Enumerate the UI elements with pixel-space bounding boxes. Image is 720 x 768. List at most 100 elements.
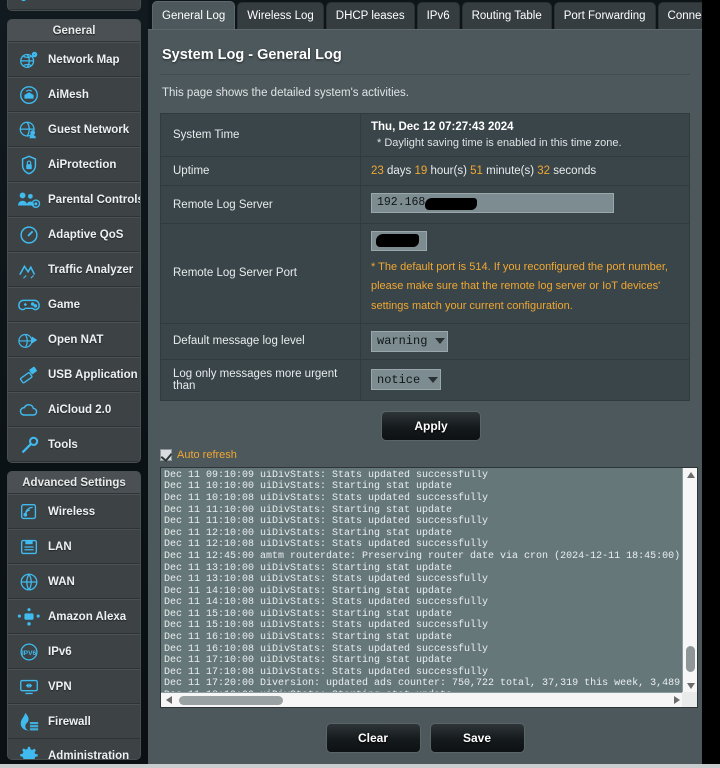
sidebar-item-label: AiCloud 2.0 [48,403,112,416]
sidebar-item-tools[interactable]: Tools [8,427,140,462]
sidebar-header-general: General [8,20,140,42]
sidebar-item-label: Game [48,298,80,311]
horizontal-scrollbar-thumb[interactable] [179,695,283,705]
guest-network-icon [16,117,42,143]
sidebar-item-label: Network Map [48,53,120,66]
uptime-minutes: 51 [470,165,483,177]
firewall-flame-icon [16,709,42,735]
sidebar-item-aicloud[interactable]: AiCloud 2.0 [8,392,140,427]
sidebar-block-general: General Network Map AiMesh Guest Network… [7,19,141,463]
sidebar-item-ipv6[interactable]: IPV6 IPv6 [8,634,140,669]
sidebar-item-label: Wireless [48,505,96,518]
sidebar-item-vpn[interactable]: VPN [8,669,140,704]
uptime-days: 23 [371,165,384,177]
parental-controls-icon [16,187,42,213]
router-admin-window: Setup General Network Map [0,0,720,768]
save-button[interactable]: Save [429,722,525,753]
page-description: This page shows the detailed system's ac… [162,87,410,99]
sidebar-item-firewall[interactable]: Firewall [8,704,140,739]
sidebar-item-administration[interactable]: Administration [8,739,140,759]
tab-routing-table[interactable]: Routing Table [461,2,552,30]
tab-wireless-log[interactable]: Wireless Log [237,2,324,30]
table-row-system-time: System Time Thu, Dec 12 07:27:43 2024 * … [160,113,690,157]
usb-application-icon [16,362,42,388]
uptime-minutes-unit: minute(s) [486,165,535,177]
default-log-level-select[interactable]: warning [371,330,449,352]
sidebar-item-wireless[interactable]: Wireless [8,494,140,529]
sidebar-item-label: USB Application [48,368,138,381]
label-uptime: Uptime [160,156,361,186]
auto-refresh-toggle[interactable]: Auto refresh [160,448,702,461]
sidebar-item-aimesh[interactable]: AiMesh [8,77,140,112]
sidebar-item-aiprotection[interactable]: AiProtection [8,147,140,182]
system-time-value: Thu, Dec 12 07:27:43 2024 [371,121,514,133]
amazon-alexa-icon [16,604,42,630]
clear-button[interactable]: Clear [325,722,421,753]
sidebar-header-advanced: Advanced Settings [8,472,140,494]
log-urgency-select[interactable]: notice [371,369,442,391]
sidebar-item-setup[interactable]: Setup [8,0,140,10]
chevron-down-icon [435,338,446,345]
value-remote-log-server: 192.168. [361,186,690,224]
action-button-row: Clear Save [148,722,702,753]
label-system-time: System Time [160,113,361,157]
sidebar-item-lan[interactable]: LAN [8,529,140,564]
log-output-container: Dec 11 09:10:09 uiDivStats: Stats update… [160,466,698,708]
value-remote-log-server-port: * The default port is 514. If you reconf… [361,224,690,324]
open-nat-icon [16,327,42,353]
value-log-urgency: notice [361,359,690,400]
sidebar-item-label: AiMesh [48,88,89,101]
tab-dhcp-leases[interactable]: DHCP leases [325,2,415,30]
right-edge-filler [702,0,720,768]
log-vertical-scrollbar[interactable] [682,467,697,694]
sidebar-block-setup: Setup [7,0,141,11]
vpn-monitor-icon [16,674,42,700]
sidebar-item-label: Guest Network [48,123,130,136]
uptime-hours: 19 [414,165,428,177]
tab-ipv6[interactable]: IPv6 [416,2,460,30]
bottom-scrollbar-strip [0,764,720,768]
sidebar-item-open-nat[interactable]: Open NAT [8,322,140,357]
label-default-log-level: Default message log level [160,323,361,360]
tab-bar: General Log Wireless Log DHCP leases IPv… [148,0,720,30]
sidebar-item-game[interactable]: Game [8,287,140,322]
resize-corner-handle[interactable] [682,691,697,707]
sidebar-item-label: Parental Controls [48,193,141,206]
shield-lock-icon [16,152,42,178]
sidebar-item-network-map[interactable]: Network Map [8,42,140,77]
scroll-left-arrow-icon[interactable] [161,693,176,707]
tab-general-log[interactable]: General Log [152,1,236,30]
table-row-default-log-level: Default message log level warning [160,323,690,360]
traffic-analyzer-icon [16,257,42,283]
auto-refresh-checkbox[interactable] [160,448,172,461]
sidebar-item-amazon-alexa[interactable]: Amazon Alexa [8,599,140,634]
sidebar-block-advanced: Advanced Settings Wireless LAN WAN Amazo… [7,471,141,760]
aimesh-icon [16,82,42,108]
scroll-up-arrow-icon[interactable] [683,468,697,483]
uptime-hours-unit: hour(s) [430,165,467,177]
value-uptime: 23 days 19 hour(s) 51 minute(s) 32 secon… [361,157,690,186]
log-output-text[interactable]: Dec 11 09:10:09 uiDivStats: Stats update… [164,470,682,694]
sidebar-item-usb-application[interactable]: USB Application [8,357,140,392]
sidebar-item-parental-controls[interactable]: Parental Controls [8,182,140,217]
svg-text:IPV6: IPV6 [22,649,37,656]
chevron-down-icon [428,376,439,383]
tab-port-forwarding[interactable]: Port Forwarding [553,2,656,30]
vertical-scrollbar-thumb[interactable] [686,645,695,672]
sidebar-item-label: Firewall [48,715,91,728]
apply-button[interactable]: Apply [381,410,481,441]
sidebar-item-wan[interactable]: WAN [8,564,140,599]
table-row-uptime: Uptime 23 days 19 hour(s) 51 minute(s) 3… [160,156,690,186]
main-content: General Log Wireless Log DHCP leases IPv… [148,0,720,768]
gamepad-icon [16,292,42,318]
auto-refresh-label: Auto refresh [177,448,237,461]
value-system-time: Thu, Dec 12 07:27:43 2024 * Daylight sav… [361,114,690,157]
sidebar-item-traffic-analyzer[interactable]: Traffic Analyzer [8,252,140,287]
sidebar-item-label: VPN [48,680,72,693]
log-horizontal-scrollbar[interactable] [161,691,684,707]
sidebar-item-guest-network[interactable]: Guest Network [8,112,140,147]
label-remote-log-server-port: Remote Log Server Port [160,223,361,324]
redaction-mark-ip [425,198,477,210]
wireless-signal-icon [16,499,42,525]
sidebar-item-adaptive-qos[interactable]: Adaptive QoS [8,217,140,252]
